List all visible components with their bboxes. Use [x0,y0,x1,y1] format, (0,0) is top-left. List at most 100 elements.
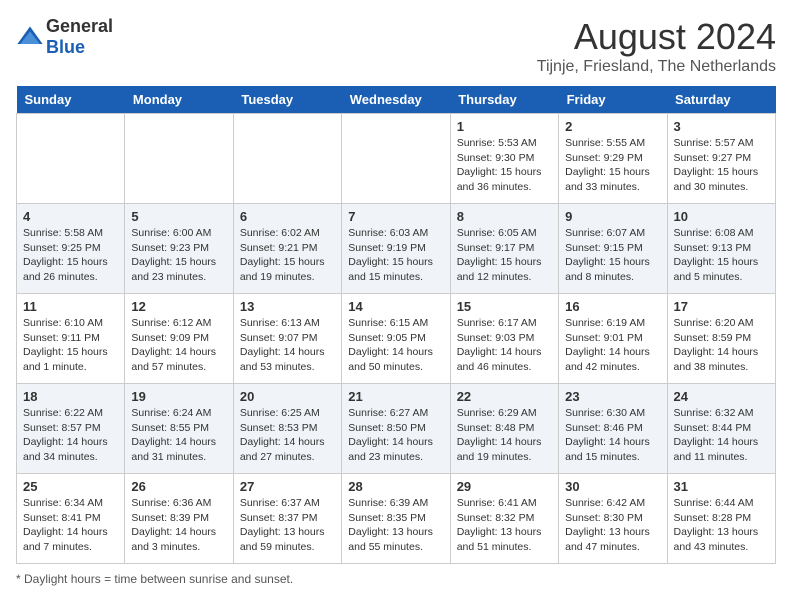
calendar-cell: 5 Sunrise: 6:00 AM Sunset: 9:23 PM Daylig… [125,204,233,294]
calendar-cell: 1 Sunrise: 5:53 AM Sunset: 9:30 PM Daylig… [450,114,558,204]
logo-icon [16,23,44,51]
calendar-cell: 14 Sunrise: 6:15 AM Sunset: 9:05 PM Dayli… [342,294,450,384]
day-number: 6 [240,209,335,224]
day-number: 19 [131,389,226,404]
day-number: 30 [565,479,660,494]
calendar-cell: 25 Sunrise: 6:34 AM Sunset: 8:41 PM Dayli… [17,474,125,564]
day-number: 21 [348,389,443,404]
week-row-3: 11Sunrise: 6:10 AM Sunset: 9:11 PM Dayli… [17,294,776,384]
day-number: 2 [565,119,660,134]
week-row-1: 1 Sunrise: 5:53 AM Sunset: 9:30 PM Daylig… [17,114,776,204]
calendar-cell: 10 Sunrise: 6:08 AM Sunset: 9:13 PM Dayli… [667,204,775,294]
calendar-table: SundayMondayTuesdayWednesdayThursdayFrid… [16,86,776,564]
day-number: 8 [457,209,552,224]
day-content: Sunrise: 6:13 AM Sunset: 9:07 PM Dayligh… [240,316,335,375]
header-row: SundayMondayTuesdayWednesdayThursdayFrid… [17,86,776,114]
day-content: Sunrise: 6:05 AM Sunset: 9:17 PM Dayligh… [457,226,552,285]
day-content: Sunrise: 6:39 AM Sunset: 8:35 PM Dayligh… [348,496,443,555]
day-content: Sunrise: 6:15 AM Sunset: 9:05 PM Dayligh… [348,316,443,375]
calendar-cell [342,114,450,204]
day-content: Sunrise: 6:07 AM Sunset: 9:15 PM Dayligh… [565,226,660,285]
calendar-cell: 6 Sunrise: 6:02 AM Sunset: 9:21 PM Daylig… [233,204,341,294]
calendar-header: SundayMondayTuesdayWednesdayThursdayFrid… [17,86,776,114]
day-content: Sunrise: 6:12 AM Sunset: 9:09 PM Dayligh… [131,316,226,375]
day-content: Sunrise: 6:44 AM Sunset: 8:28 PM Dayligh… [674,496,769,555]
day-number: 15 [457,299,552,314]
calendar-cell: 12 Sunrise: 6:12 AM Sunset: 9:09 PM Dayli… [125,294,233,384]
day-content: Sunrise: 6:37 AM Sunset: 8:37 PM Dayligh… [240,496,335,555]
logo: General Blue [16,16,113,58]
day-number: 1 [457,119,552,134]
calendar-cell [125,114,233,204]
page-title: August 2024 [537,16,776,58]
day-number: 5 [131,209,226,224]
header-day-saturday: Saturday [667,86,775,114]
day-content: Sunrise: 5:58 AM Sunset: 9:25 PM Dayligh… [23,226,118,285]
day-content: Sunrise: 5:55 AM Sunset: 9:29 PM Dayligh… [565,136,660,195]
day-content: Sunrise: 6:08 AM Sunset: 9:13 PM Dayligh… [674,226,769,285]
day-number: 18 [23,389,118,404]
day-number: 28 [348,479,443,494]
day-content: Sunrise: 6:19 AM Sunset: 9:01 PM Dayligh… [565,316,660,375]
calendar-cell: 23Sunrise: 6:30 AM Sunset: 8:46 PM Dayli… [559,384,667,474]
day-content: Sunrise: 6:02 AM Sunset: 9:21 PM Dayligh… [240,226,335,285]
calendar-cell: 9 Sunrise: 6:07 AM Sunset: 9:15 PM Daylig… [559,204,667,294]
day-number: 14 [348,299,443,314]
calendar-cell: 7Sunrise: 6:03 AM Sunset: 9:19 PM Daylig… [342,204,450,294]
day-content: Sunrise: 5:53 AM Sunset: 9:30 PM Dayligh… [457,136,552,195]
day-number: 17 [674,299,769,314]
calendar-cell: 18 Sunrise: 6:22 AM Sunset: 8:57 PM Dayli… [17,384,125,474]
day-number: 9 [565,209,660,224]
footer-note: * Daylight hours = time between sunrise … [16,572,776,586]
day-content: Sunrise: 6:30 AM Sunset: 8:46 PM Dayligh… [565,406,660,465]
calendar-cell [233,114,341,204]
calendar-cell: 15Sunrise: 6:17 AM Sunset: 9:03 PM Dayli… [450,294,558,384]
day-number: 13 [240,299,335,314]
day-number: 29 [457,479,552,494]
day-content: Sunrise: 6:41 AM Sunset: 8:32 PM Dayligh… [457,496,552,555]
day-content: Sunrise: 6:27 AM Sunset: 8:50 PM Dayligh… [348,406,443,465]
calendar-cell: 28 Sunrise: 6:39 AM Sunset: 8:35 PM Dayli… [342,474,450,564]
day-content: Sunrise: 6:25 AM Sunset: 8:53 PM Dayligh… [240,406,335,465]
day-number: 4 [23,209,118,224]
calendar-cell: 16Sunrise: 6:19 AM Sunset: 9:01 PM Dayli… [559,294,667,384]
calendar-cell: 27Sunrise: 6:37 AM Sunset: 8:37 PM Dayli… [233,474,341,564]
day-content: Sunrise: 6:20 AM Sunset: 8:59 PM Dayligh… [674,316,769,375]
day-number: 22 [457,389,552,404]
calendar-cell: 26 Sunrise: 6:36 AM Sunset: 8:39 PM Dayli… [125,474,233,564]
day-number: 3 [674,119,769,134]
calendar-cell [17,114,125,204]
day-content: Sunrise: 6:42 AM Sunset: 8:30 PM Dayligh… [565,496,660,555]
calendar-cell: 31Sunrise: 6:44 AM Sunset: 8:28 PM Dayli… [667,474,775,564]
day-number: 7 [348,209,443,224]
calendar-cell: 4 Sunrise: 5:58 AM Sunset: 9:25 PM Daylig… [17,204,125,294]
week-row-5: 25 Sunrise: 6:34 AM Sunset: 8:41 PM Dayli… [17,474,776,564]
day-content: Sunrise: 5:57 AM Sunset: 9:27 PM Dayligh… [674,136,769,195]
header-day-thursday: Thursday [450,86,558,114]
header: General Blue August 2024 Tijnje, Friesla… [16,16,776,76]
day-number: 26 [131,479,226,494]
day-number: 25 [23,479,118,494]
day-number: 12 [131,299,226,314]
calendar-cell: 19 Sunrise: 6:24 AM Sunset: 8:55 PM Dayli… [125,384,233,474]
calendar-cell: 3 Sunrise: 5:57 AM Sunset: 9:27 PM Daylig… [667,114,775,204]
day-content: Sunrise: 6:36 AM Sunset: 8:39 PM Dayligh… [131,496,226,555]
day-content: Sunrise: 6:24 AM Sunset: 8:55 PM Dayligh… [131,406,226,465]
day-number: 20 [240,389,335,404]
calendar-cell: 21 Sunrise: 6:27 AM Sunset: 8:50 PM Dayli… [342,384,450,474]
day-content: Sunrise: 6:00 AM Sunset: 9:23 PM Dayligh… [131,226,226,285]
calendar-cell: 29 Sunrise: 6:41 AM Sunset: 8:32 PM Dayli… [450,474,558,564]
day-number: 10 [674,209,769,224]
day-content: Sunrise: 6:22 AM Sunset: 8:57 PM Dayligh… [23,406,118,465]
week-row-2: 4 Sunrise: 5:58 AM Sunset: 9:25 PM Daylig… [17,204,776,294]
day-number: 11 [23,299,118,314]
calendar-cell: 13 Sunrise: 6:13 AM Sunset: 9:07 PM Dayli… [233,294,341,384]
day-content: Sunrise: 6:29 AM Sunset: 8:48 PM Dayligh… [457,406,552,465]
header-day-tuesday: Tuesday [233,86,341,114]
day-content: Sunrise: 6:34 AM Sunset: 8:41 PM Dayligh… [23,496,118,555]
logo-blue: Blue [46,37,85,57]
header-day-sunday: Sunday [17,86,125,114]
calendar-cell: 30 Sunrise: 6:42 AM Sunset: 8:30 PM Dayli… [559,474,667,564]
header-day-monday: Monday [125,86,233,114]
day-number: 24 [674,389,769,404]
